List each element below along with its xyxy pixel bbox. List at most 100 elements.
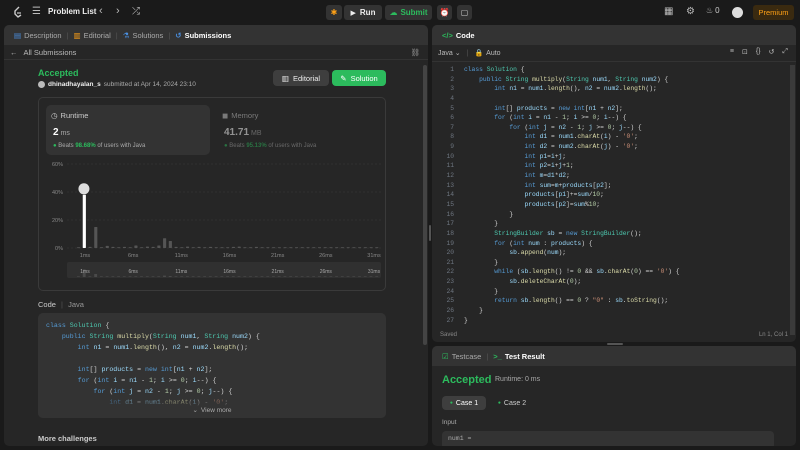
- run-button[interactable]: ▶ Run: [344, 5, 382, 20]
- horizontal-resize-handle[interactable]: [607, 343, 623, 345]
- beats-badge-icon: ●: [53, 143, 57, 149]
- overview-bar: [283, 276, 287, 277]
- line-number: 7: [450, 123, 454, 131]
- chart-bar: [168, 241, 172, 248]
- layout-grid-icon[interactable]: ▦: [664, 6, 673, 17]
- code-line[interactable]: 27}: [438, 316, 778, 325]
- checkbox-icon: ☑: [442, 351, 449, 361]
- chart-bar: [329, 247, 333, 249]
- code-line[interactable]: 4: [438, 94, 778, 104]
- link-icon[interactable]: ⛓: [410, 48, 420, 57]
- line-number: 25: [446, 297, 454, 305]
- code-line[interactable]: 13 int sum=m+products[p2];: [438, 181, 778, 191]
- run-label: Run: [359, 8, 376, 17]
- braces-icon[interactable]: {}: [756, 48, 761, 56]
- shuffle-icon[interactable]: ⤮: [132, 6, 140, 17]
- line-number: 8: [450, 133, 454, 141]
- submitted-code-line: int[] products = new int[n1 + n2];: [77, 366, 213, 373]
- code-line[interactable]: 12 int m=d1*d2;: [438, 171, 778, 181]
- auto-mode-label[interactable]: Auto: [486, 50, 500, 57]
- reset-icon[interactable]: ↺: [769, 48, 775, 56]
- code-line[interactable]: 26 }: [438, 306, 778, 316]
- problem-list-icon[interactable]: ☰: [32, 6, 41, 17]
- code-line[interactable]: 20 sb.append(num);: [438, 248, 778, 258]
- overview-bar: [323, 276, 327, 277]
- left-panel: ▤ Description | ▥ Editorial | ⚗ Solutions |…: [4, 25, 428, 446]
- timer-icon[interactable]: ⏰: [437, 5, 452, 20]
- code-line[interactable]: 23 sb.deleteCharAt(0);: [438, 277, 778, 287]
- case-1-button[interactable]: ● Case 1: [442, 396, 486, 410]
- tab-editorial[interactable]: ▥ Editorial: [70, 31, 115, 40]
- tab-solutions[interactable]: ⚗ Solutions: [119, 31, 168, 40]
- x-tick-label: 1ms: [80, 253, 91, 259]
- debug-button[interactable]: ✱: [326, 5, 342, 20]
- y-tick-label: 20%: [52, 218, 63, 224]
- editor-scrollbar[interactable]: [790, 65, 795, 335]
- chart-bar: [140, 247, 144, 249]
- fullscreen-icon[interactable]: ⤢: [782, 48, 788, 56]
- memory-chip-icon: ◼: [222, 111, 229, 120]
- submit-button[interactable]: ☁ Submit: [385, 5, 432, 20]
- overview-x-tick-label: 6ms: [128, 269, 138, 275]
- code-line[interactable]: 24 }: [438, 287, 778, 297]
- memory-box[interactable]: ◼ Memory 41.71 MB ● Beats 95.13% of users …: [217, 105, 381, 155]
- tab-code[interactable]: </> Code: [438, 31, 479, 40]
- code-editor[interactable]: 1 class Solution {2 public String multipl…: [438, 65, 778, 325]
- problem-list-link[interactable]: Problem List: [48, 7, 96, 16]
- left-scrollbar[interactable]: [423, 65, 427, 345]
- vertical-resize-handle[interactable]: [429, 225, 431, 241]
- code-line[interactable]: 17 }: [438, 219, 778, 229]
- avatar[interactable]: [732, 7, 743, 18]
- code-line[interactable]: 6 for (int i = n1 - 1; i >= 0; i--) {: [438, 113, 778, 123]
- line-number: 21: [446, 258, 454, 266]
- code-line[interactable]: 2 public String multiply(String num1, St…: [438, 75, 778, 85]
- view-more-button[interactable]: ⌄ View more: [38, 394, 386, 418]
- tab-description[interactable]: ▤ Description: [10, 31, 66, 40]
- tab-test-result[interactable]: >_ Test Result: [489, 352, 548, 361]
- code-line[interactable]: 5 int[] products = new int[n1 + n2];: [438, 104, 778, 114]
- code-line[interactable]: 10 int p1=i+j;: [438, 152, 778, 162]
- code-line[interactable]: 3 int n1 = num1.length(), n2 = num2.leng…: [438, 84, 778, 94]
- code-line[interactable]: 1 class Solution {: [438, 65, 778, 75]
- code-line[interactable]: 15 products[p2]=sum%10;: [438, 200, 778, 210]
- line-number: 3: [450, 85, 454, 93]
- code-line[interactable]: 14 products[p1]+=sum/10;: [438, 190, 778, 200]
- next-problem-icon[interactable]: ›: [116, 5, 120, 17]
- submitted-at: submitted at Apr 14, 2024 23:10: [103, 81, 196, 88]
- code-line[interactable]: 18 StringBuilder sb = new StringBuilder(…: [438, 229, 778, 239]
- memory-beats-pct: 95.13%: [246, 143, 267, 149]
- runtime-box[interactable]: ◷ Runtime 2 ms ● Beats 98.68% of users wit…: [46, 105, 210, 155]
- all-submissions-link[interactable]: All Submissions: [24, 48, 77, 57]
- code-line[interactable]: 19 for (int num : products) {: [438, 239, 778, 249]
- streak-counter[interactable]: ♨ 0: [706, 6, 720, 15]
- tab-testcase[interactable]: ☑ Testcase: [438, 352, 485, 361]
- code-line[interactable]: 21 }: [438, 258, 778, 268]
- editorial-button[interactable]: ▥ Editorial: [273, 70, 329, 86]
- notes-icon[interactable]: ▢: [457, 5, 472, 20]
- code-line[interactable]: 22 while (sb.length() != 0 && sb.charAt(…: [438, 267, 778, 277]
- premium-button[interactable]: Premium: [753, 5, 794, 20]
- code-line[interactable]: 8 int d1 = num1.charAt(i) - '0';: [438, 132, 778, 142]
- bookmark-icon[interactable]: ⊡: [742, 48, 748, 56]
- back-arrow-icon[interactable]: ←: [10, 48, 18, 57]
- code-line[interactable]: 9 int d2 = num2.charAt(j) - '0';: [438, 142, 778, 152]
- runtime-distribution-chart[interactable]: 60% 40% 20% 0% 1ms 6ms 11ms 16ms 21ms 26ms 31ms 1ms…: [39, 160, 387, 280]
- chart-bar: [185, 246, 190, 248]
- code-line[interactable]: 16 }: [438, 210, 778, 220]
- format-icon[interactable]: ≡: [730, 48, 734, 56]
- settings-gear-icon[interactable]: ⚙: [686, 6, 695, 17]
- username[interactable]: dhinadhayalan_s: [48, 81, 101, 88]
- solution-button[interactable]: ✎ Solution: [332, 70, 386, 86]
- chart-bar: [220, 247, 224, 249]
- submitted-code-line: int n1 = num1.length(), n2 = num2.length…: [77, 344, 249, 351]
- code-line[interactable]: 7 for (int j = n2 - 1; j >= 0; j--) {: [438, 123, 778, 133]
- leetcode-logo[interactable]: [12, 6, 24, 18]
- overview-bar: [352, 276, 356, 277]
- language-select[interactable]: Java ⌄: [438, 49, 461, 57]
- tab-submissions[interactable]: ↺ Submissions: [171, 31, 235, 40]
- overview-bar: [363, 276, 367, 277]
- case-2-button[interactable]: ● Case 2: [490, 396, 534, 410]
- prev-problem-icon[interactable]: ‹: [99, 5, 103, 17]
- code-line[interactable]: 25 return sb.length() == 0 ? "0" : sb.to…: [438, 296, 778, 306]
- code-line[interactable]: 11 int p2=i+j+1;: [438, 161, 778, 171]
